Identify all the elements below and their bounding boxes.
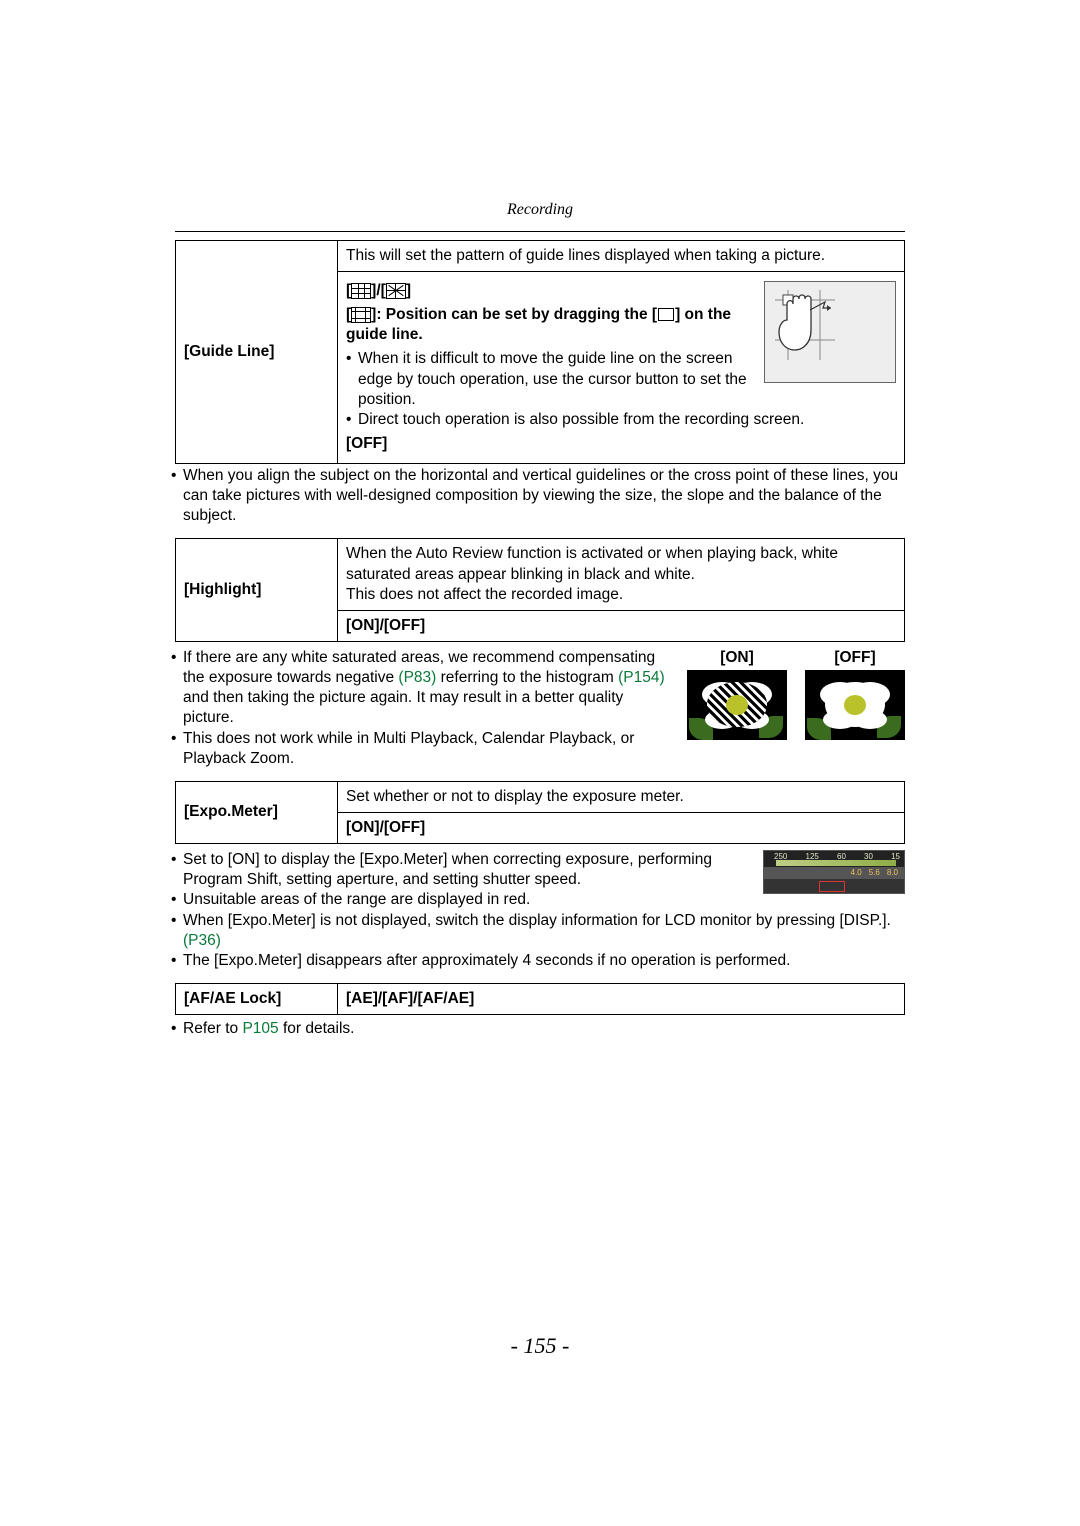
expometer-note3: When [Expo.Meter] is not displayed, swit… — [175, 911, 905, 951]
guide-line-note: When you align the subject on the horizo… — [175, 466, 905, 526]
guide-line-sub2: Direct touch operation is also possible … — [348, 410, 896, 430]
grid-3x3-icon — [351, 283, 371, 299]
guide-line-table: [Guide Line] This will set the pattern o… — [175, 240, 905, 464]
link-p105[interactable]: P105 — [242, 1020, 278, 1037]
expometer-desc: Set whether or not to display the exposu… — [338, 781, 905, 812]
guide-line-off: [OFF] — [346, 434, 896, 454]
section-header: Recording — [175, 200, 905, 221]
grid-diag-icon — [386, 283, 406, 299]
grid-free-icon — [351, 307, 371, 323]
drag-square-icon — [658, 308, 674, 321]
expometer-note1: Set to [ON] to display the [Expo.Meter] … — [175, 850, 905, 890]
afae-label: [AF/AE Lock] — [176, 984, 338, 1015]
highlight-table: [Highlight] When the Auto Review functio… — [175, 538, 905, 642]
expometer-note4: The [Expo.Meter] disappears after approx… — [175, 951, 905, 971]
highlight-desc: When the Auto Review function is activat… — [338, 539, 905, 610]
link-p83[interactable]: (P83) — [398, 669, 436, 686]
afae-options: [AE]/[AF]/[AF/AE] — [338, 984, 905, 1015]
expometer-label: [Expo.Meter] — [176, 781, 338, 843]
expometer-table: [Expo.Meter] Set whether or not to displ… — [175, 781, 905, 844]
link-p154[interactable]: (P154) — [618, 669, 665, 686]
afae-note: Refer to P105 for details. — [175, 1019, 905, 1039]
guide-line-intro: This will set the pattern of guide lines… — [338, 240, 905, 271]
highlight-label: [Highlight] — [176, 539, 338, 642]
page-number: - 155 - — [175, 1332, 905, 1361]
link-p36[interactable]: (P36) — [183, 932, 221, 949]
afae-table: [AF/AE Lock] [AE]/[AF]/[AF/AE] — [175, 983, 905, 1015]
highlight-note1: If there are any white saturated areas, … — [175, 648, 905, 729]
expometer-options: [ON]/[OFF] — [338, 813, 905, 844]
highlight-note2: This does not work while in Multi Playba… — [175, 729, 905, 769]
highlight-options: [ON]/[OFF] — [338, 610, 905, 641]
expometer-note2: Unsuitable areas of the range are displa… — [175, 890, 905, 910]
guide-line-detail-cell: []/[] []: Position can be set by draggin… — [338, 271, 905, 463]
guide-line-sub1: When it is difficult to move the guide l… — [348, 349, 896, 409]
guide-line-label: [Guide Line] — [176, 240, 338, 463]
header-rule — [175, 231, 905, 232]
